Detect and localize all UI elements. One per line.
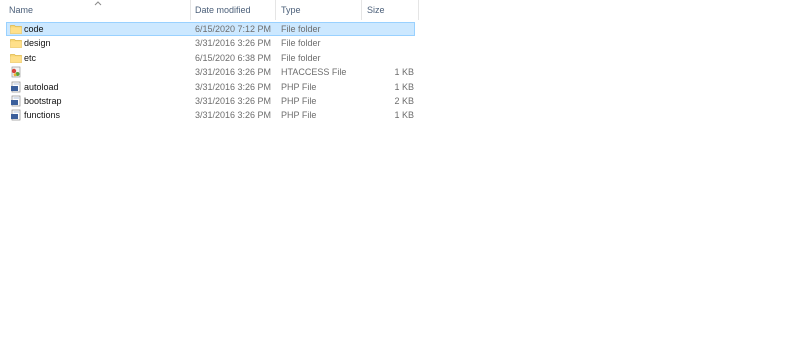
column-header-size[interactable]: Size	[362, 0, 419, 20]
file-row[interactable]: etc 6/15/2020 6:38 PM File folder	[0, 51, 420, 65]
column-header-name[interactable]: Name	[4, 0, 191, 20]
file-type: File folder	[281, 38, 321, 49]
file-date-modified: 3/31/2016 3:26 PM	[195, 110, 272, 121]
php-file-icon	[10, 95, 22, 107]
file-date-modified: 6/15/2020 7:12 PM	[195, 24, 272, 34]
file-name: etc	[24, 52, 37, 63]
folder-icon	[10, 37, 22, 49]
php-file-icon	[10, 109, 22, 121]
file-type: File folder	[281, 52, 321, 63]
file-name: autoload	[24, 81, 59, 92]
file-name: functions	[24, 110, 61, 121]
file-size	[370, 36, 414, 50]
file-size: 1 KB	[394, 81, 414, 92]
file-name: code	[24, 24, 44, 34]
column-header-date-modified[interactable]: Date modified	[190, 0, 276, 20]
file-name: design	[24, 38, 51, 49]
file-name: bootstrap	[24, 95, 62, 106]
file-row[interactable]: bootstrap 3/31/2016 3:26 PM PHP File 2 KB	[0, 94, 420, 108]
file-type: HTACCESS File	[281, 67, 347, 78]
file-row[interactable]: autoload 3/31/2016 3:26 PM PHP File 1 KB	[0, 80, 420, 94]
file-row[interactable]: 3/31/2016 3:26 PM HTACCESS File 1 KB	[0, 65, 420, 79]
file-size	[370, 51, 414, 65]
folder-icon	[10, 52, 22, 64]
file-type: PHP File	[281, 110, 317, 121]
column-header-type[interactable]: Type	[276, 0, 362, 20]
file-row[interactable]: design 3/31/2016 3:26 PM File folder	[0, 36, 420, 50]
php-file-icon	[10, 81, 22, 93]
file-date-modified: 3/31/2016 3:26 PM	[195, 67, 272, 78]
file-type: PHP File	[281, 81, 317, 92]
file-date-modified: 3/31/2016 3:26 PM	[195, 38, 272, 49]
file-date-modified: 3/31/2016 3:26 PM	[195, 81, 272, 92]
htaccess-file-icon	[10, 66, 22, 78]
file-type: File folder	[281, 24, 321, 34]
file-date-modified: 6/15/2020 6:38 PM	[195, 52, 272, 63]
file-size: 1 KB	[394, 110, 414, 121]
folder-icon	[10, 23, 22, 35]
file-row[interactable]: code 6/15/2020 7:12 PM File folder	[0, 22, 420, 36]
file-size: 1 KB	[394, 67, 414, 78]
file-explorer-window: Name Date modified Type Size code 6/15/20…	[0, 0, 800, 362]
file-type: PHP File	[281, 95, 317, 106]
file-date-modified: 3/31/2016 3:26 PM	[195, 95, 272, 106]
file-list: code 6/15/2020 7:12 PM File folder design 3/…	[0, 22, 420, 123]
file-size	[370, 22, 414, 36]
file-size: 2 KB	[394, 95, 414, 106]
file-row[interactable]: functions 3/31/2016 3:26 PM PHP File 1 KB	[0, 108, 420, 122]
column-header-bar: Name Date modified Type Size	[0, 0, 420, 20]
